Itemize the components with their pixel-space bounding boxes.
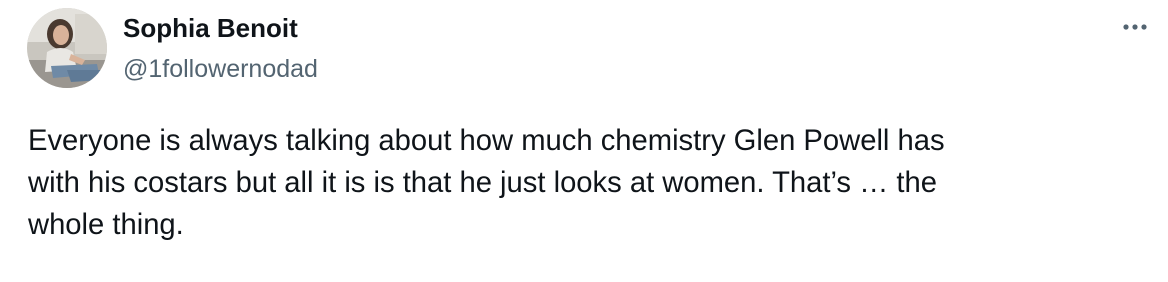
author-handle[interactable]: @1followernodad bbox=[123, 51, 318, 87]
tweet-text: Everyone is always talking about how muc… bbox=[28, 125, 945, 241]
more-options-button[interactable] bbox=[1120, 12, 1150, 42]
tweet-header: Sophia Benoit @1followernodad bbox=[123, 10, 318, 87]
profile-photo-image bbox=[27, 8, 107, 88]
more-horizontal-icon bbox=[1123, 24, 1147, 30]
author-display-name[interactable]: Sophia Benoit bbox=[123, 10, 318, 46]
avatar[interactable] bbox=[27, 8, 107, 88]
tweet-card: Sophia Benoit @1followernodad Everyone i… bbox=[0, 0, 1168, 282]
